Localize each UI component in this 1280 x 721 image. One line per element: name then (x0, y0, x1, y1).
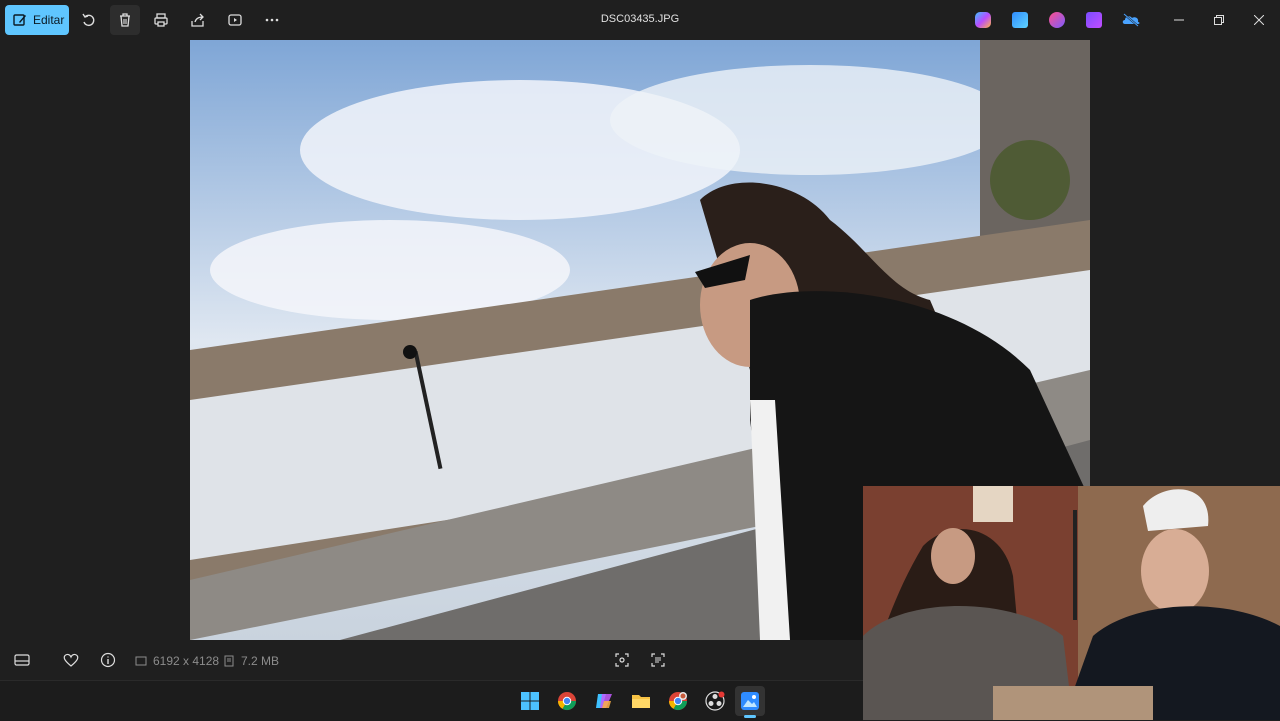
file-size: 7.2 MB (223, 654, 279, 668)
designer-icon[interactable] (1049, 12, 1065, 28)
text-scan-button[interactable] (650, 652, 666, 668)
photos-icon[interactable] (1012, 12, 1028, 28)
taskbar-obs[interactable] (703, 689, 727, 713)
image-dimensions: 6192 x 4128 (135, 654, 219, 668)
slideshow-button[interactable] (224, 9, 246, 31)
taskbar-photos[interactable] (735, 686, 765, 718)
edit-icon (13, 14, 26, 26)
webcam-feed (863, 486, 1280, 720)
restore-button[interactable] (1209, 10, 1229, 30)
edit-button[interactable]: Editar (5, 5, 69, 35)
onedrive-icon[interactable] (1122, 12, 1140, 28)
taskbar-file-explorer[interactable] (629, 689, 653, 713)
copilot-icon (596, 694, 612, 708)
trash-icon (120, 13, 130, 27)
rotate-icon (82, 13, 95, 27)
fit-to-window-button[interactable] (614, 652, 630, 668)
rotate-button[interactable] (78, 9, 100, 31)
obs-icon (705, 691, 725, 711)
dimensions-label: 6192 x 4128 (153, 654, 220, 668)
more-options-button[interactable] (261, 9, 283, 31)
taskbar-chrome-profile[interactable] (666, 689, 690, 713)
chrome-icon (558, 692, 576, 711)
dimensions-icon (135, 656, 147, 666)
close-button[interactable] (1249, 10, 1269, 30)
slideshow-icon (228, 14, 242, 26)
ocr-icon (651, 653, 665, 667)
favorite-icon (63, 653, 79, 667)
share-icon (191, 13, 204, 27)
delete-button[interactable] (110, 5, 140, 35)
filmstrip-icon (14, 654, 30, 666)
photos-icon (741, 692, 759, 710)
active-app-indicator (744, 715, 756, 718)
start-button[interactable] (518, 689, 542, 713)
bottom-bar: 6192 x 4128 7.2 MB (0, 640, 863, 680)
taskbar-copilot[interactable] (592, 689, 616, 713)
file-size-label: 7.2 MB (241, 654, 280, 668)
windows-start-icon (521, 692, 539, 710)
more-icon (265, 18, 279, 22)
edit-button-label: Editar (33, 13, 65, 27)
info-icon (100, 652, 116, 668)
webcam-overlay (863, 486, 1280, 720)
share-button[interactable] (187, 9, 209, 31)
taskbar (0, 680, 863, 721)
info-button[interactable] (100, 652, 116, 668)
close-icon (1254, 15, 1264, 25)
taskbar-chrome[interactable] (555, 689, 579, 713)
clipchamp-icon[interactable] (1086, 12, 1102, 28)
print-icon (154, 13, 168, 27)
restore-icon (1214, 15, 1224, 25)
minimize-icon (1174, 19, 1184, 21)
file-explorer-icon (632, 695, 650, 708)
print-button[interactable] (150, 9, 172, 31)
filmstrip-button[interactable] (14, 652, 30, 668)
favorite-button[interactable] (63, 652, 79, 668)
fit-icon (615, 653, 629, 667)
file-size-icon (224, 655, 234, 667)
title-bar: Editar DSC03435.JPG (0, 0, 1280, 40)
file-title: DSC03435.JPG (600, 13, 680, 25)
copilot-icon[interactable] (975, 12, 991, 28)
minimize-button[interactable] (1169, 10, 1189, 30)
chrome-profile-icon (669, 692, 687, 711)
